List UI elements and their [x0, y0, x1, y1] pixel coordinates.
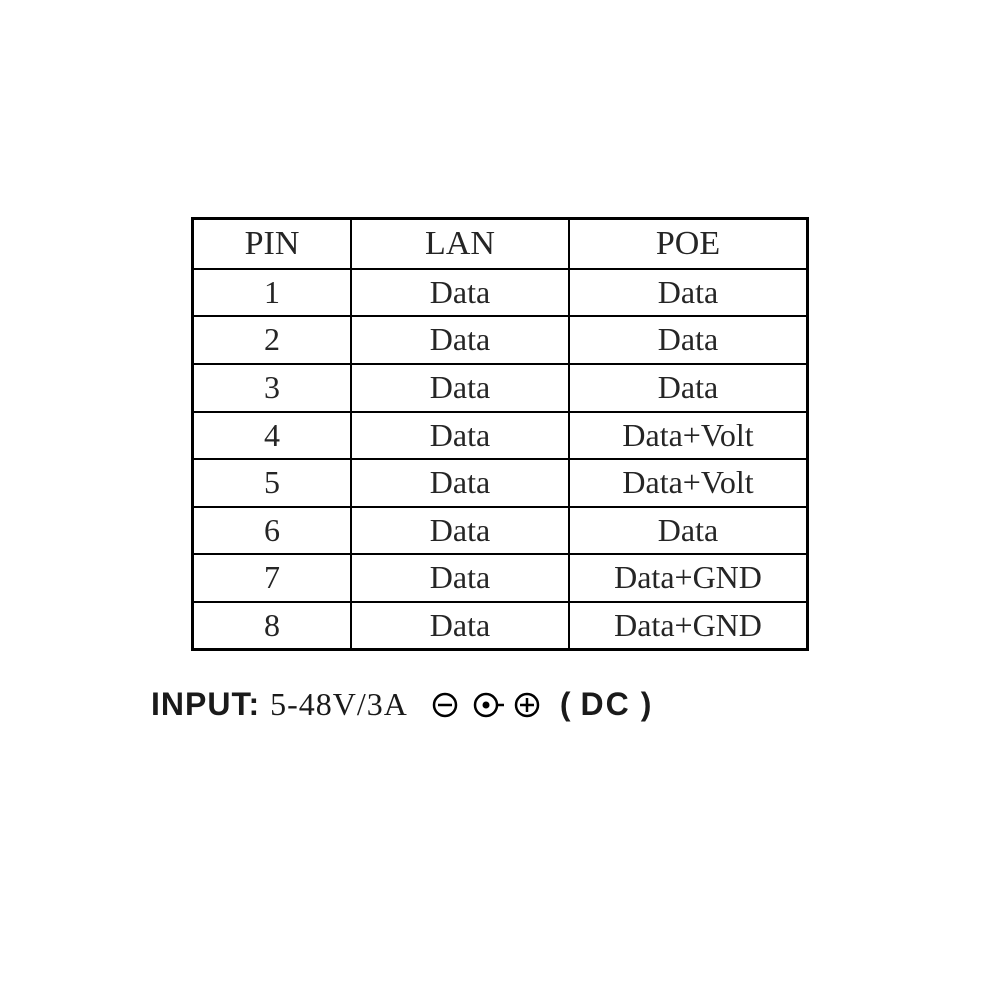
cell-lan: Data [351, 554, 569, 602]
cell-lan: Data [351, 507, 569, 555]
table-row: 6 Data Data [193, 507, 808, 555]
cell-pin: 7 [193, 554, 352, 602]
cell-pin: 2 [193, 316, 352, 364]
input-value: 5-48V/3A [270, 686, 408, 723]
cell-poe: Data+Volt [569, 459, 808, 507]
table-row: 1 Data Data [193, 269, 808, 317]
header-poe: POE [569, 218, 808, 269]
cell-poe: Data+GND [569, 602, 808, 650]
dc-paren-open: ( [560, 686, 571, 723]
input-label: INPUT: [151, 686, 260, 723]
dc-label: DC [581, 686, 631, 723]
cell-pin: 4 [193, 412, 352, 460]
cell-lan: Data [351, 602, 569, 650]
table-row: 5 Data Data+Volt [193, 459, 808, 507]
cell-poe: Data [569, 507, 808, 555]
cell-pin: 5 [193, 459, 352, 507]
cell-poe: Data+GND [569, 554, 808, 602]
cell-lan: Data [351, 364, 569, 412]
cell-pin: 1 [193, 269, 352, 317]
header-lan: LAN [351, 218, 569, 269]
pinout-table: PIN LAN POE 1 Data Data 2 Data Data 3 Da… [191, 217, 809, 652]
cell-pin: 6 [193, 507, 352, 555]
cell-pin: 3 [193, 364, 352, 412]
table-header-row: PIN LAN POE [193, 218, 808, 269]
cell-poe: Data [569, 269, 808, 317]
dc-polarity-icon [430, 690, 542, 720]
cell-lan: Data [351, 412, 569, 460]
cell-poe: Data [569, 316, 808, 364]
table-row: 2 Data Data [193, 316, 808, 364]
table-row: 4 Data Data+Volt [193, 412, 808, 460]
cell-poe: Data [569, 364, 808, 412]
cell-pin: 8 [193, 602, 352, 650]
dc-paren-close: ) [641, 686, 652, 723]
table-row: 7 Data Data+GND [193, 554, 808, 602]
table-row: 3 Data Data [193, 364, 808, 412]
cell-lan: Data [351, 269, 569, 317]
header-pin: PIN [193, 218, 352, 269]
cell-poe: Data+Volt [569, 412, 808, 460]
cell-lan: Data [351, 459, 569, 507]
input-spec-row: INPUT: 5-48V/3A ( DC ) [151, 686, 809, 723]
cell-lan: Data [351, 316, 569, 364]
table-row: 8 Data Data+GND [193, 602, 808, 650]
